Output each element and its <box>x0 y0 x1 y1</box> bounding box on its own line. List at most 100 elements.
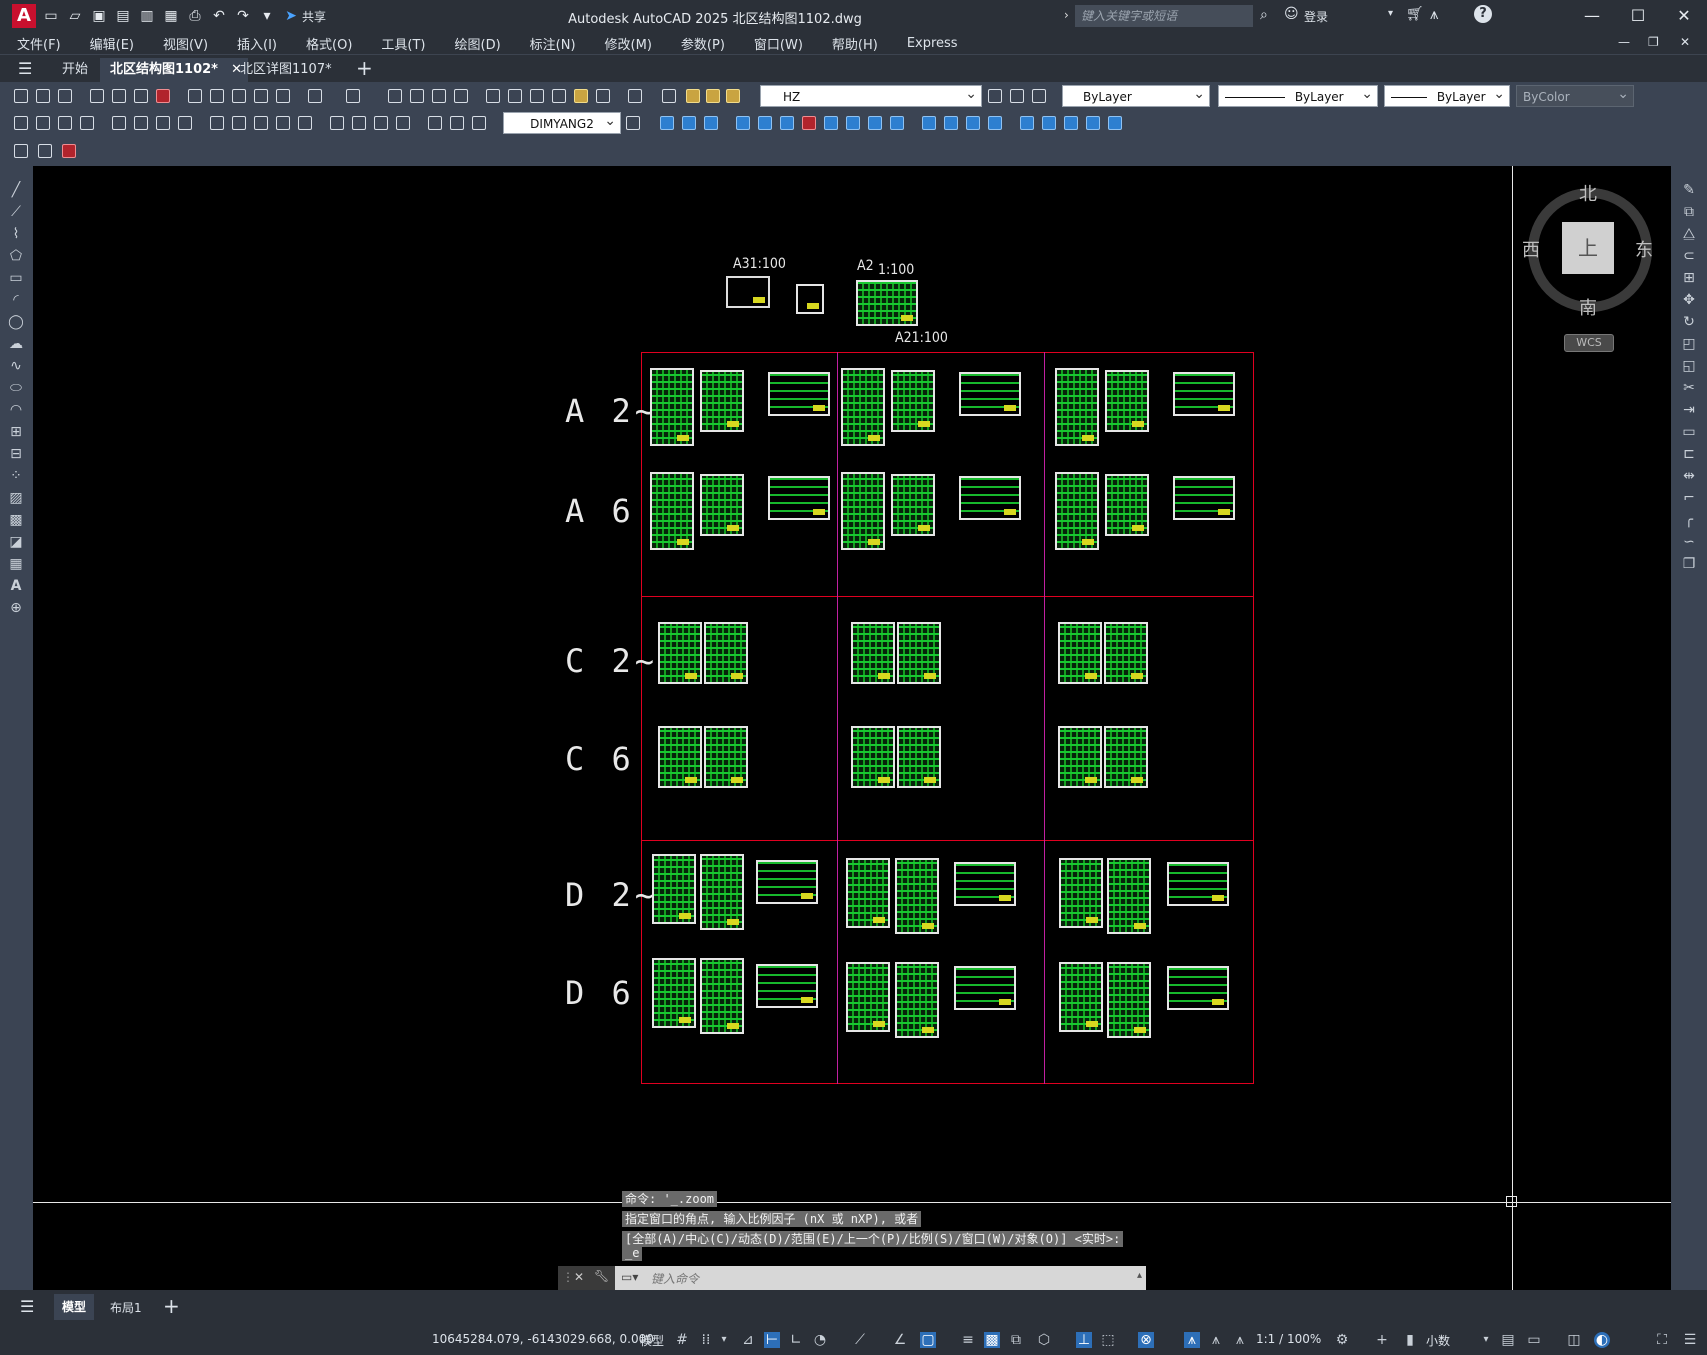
tolerance-icon[interactable] <box>328 114 346 132</box>
workspace-gear-icon[interactable]: ⚙ <box>1334 1332 1350 1348</box>
selection-filter-icon[interactable]: ⬚ <box>1100 1332 1116 1348</box>
menu-format[interactable]: 格式(O) <box>289 34 364 53</box>
solid-box-icon[interactable] <box>658 114 676 132</box>
sheet-d6-col2-wide[interactable] <box>954 966 1016 1010</box>
lineweight-dropdown[interactable]: ByLayer <box>1384 83 1510 107</box>
command-close-icon[interactable]: ✕ <box>574 1270 584 1284</box>
menu-parametric[interactable]: 参数(P) <box>664 34 737 53</box>
color-dropdown[interactable]: ByLayer <box>1062 83 1210 107</box>
snap-chevron-icon[interactable]: ▾ <box>716 1332 732 1348</box>
login-button[interactable]: 登录 <box>1304 8 1328 25</box>
auto-scale-icon[interactable]: ⩚ <box>1208 1332 1224 1348</box>
menu-dimension[interactable]: 标注(N) <box>513 34 588 53</box>
compass-south[interactable]: 南 <box>1579 294 1597 320</box>
3d-object-snap-icon[interactable]: ⬡ <box>1036 1332 1052 1348</box>
menu-window[interactable]: 窗口(W) <box>737 34 815 53</box>
dim-angular-icon[interactable] <box>176 114 194 132</box>
offset-faces-icon[interactable] <box>778 114 796 132</box>
doc-restore-icon[interactable]: ❐ <box>1648 35 1659 49</box>
interfere-icon[interactable] <box>1106 114 1124 132</box>
object-snap-tracking-icon[interactable]: ∠ <box>892 1332 908 1348</box>
sheet-a6-col2-tall[interactable] <box>841 472 885 550</box>
sheet-c25-col2-b[interactable] <box>897 622 941 684</box>
dynamic-ucs-icon[interactable]: ⊥ <box>1076 1332 1092 1348</box>
dim-arc-icon[interactable] <box>56 114 74 132</box>
close-icon[interactable]: ✕ <box>1661 0 1707 32</box>
annotation-scale-value[interactable]: 1:1 / 100% <box>1256 1332 1321 1346</box>
center-mark-icon[interactable] <box>350 114 368 132</box>
table-icon[interactable]: ▦ <box>8 556 24 572</box>
sheet-set-icon[interactable] <box>550 87 568 105</box>
layout-menu-icon[interactable]: ☰ <box>20 1297 34 1316</box>
coordinates-readout[interactable]: 10645284.079, -6143029.668, 0.000 <box>432 1332 654 1346</box>
slice-icon[interactable] <box>1062 114 1080 132</box>
search-icon[interactable]: ⌕ <box>1260 7 1268 23</box>
erase-icon[interactable]: ✎ <box>1681 182 1697 198</box>
sheet-a2-notes[interactable] <box>856 280 918 326</box>
sheet-a25-col1-tall[interactable] <box>650 368 694 446</box>
lineweight-toggle-icon[interactable]: ≡ <box>960 1332 976 1348</box>
sheet-d25-col2-a[interactable] <box>846 858 890 928</box>
section-icon[interactable] <box>1084 114 1102 132</box>
gizmo-icon[interactable]: ⊗ <box>1138 1332 1154 1348</box>
region-icon[interactable]: ◪ <box>8 534 24 550</box>
line-icon[interactable]: ╱ <box>8 182 24 198</box>
new-icon[interactable] <box>12 87 30 105</box>
compass-east[interactable]: 东 <box>1635 236 1653 262</box>
clean-icon[interactable] <box>942 114 960 132</box>
tab-north-structure[interactable]: 北区结构图1102* ✕ <box>100 58 248 82</box>
design-center-icon[interactable] <box>506 87 524 105</box>
help-tool-icon[interactable] <box>626 87 644 105</box>
solid-subtract-icon[interactable] <box>702 114 720 132</box>
isodraft-icon[interactable]: ⟋ <box>852 1332 868 1348</box>
dimstyle-manager-icon[interactable] <box>624 114 642 132</box>
calculator-icon[interactable] <box>594 87 612 105</box>
polyline-icon[interactable]: ⌇ <box>8 226 24 242</box>
point-icon[interactable]: ⁘ <box>8 468 24 484</box>
sheet-c6-col2-b[interactable] <box>897 726 941 788</box>
hatch-icon[interactable]: ▨ <box>8 490 24 506</box>
annotation-visibility-icon[interactable]: ⩚ <box>1184 1332 1200 1348</box>
redo-tool-icon[interactable] <box>344 87 362 105</box>
sheet-a25-col1-wide[interactable] <box>768 372 830 416</box>
sheet-a6-col2-mid[interactable] <box>891 474 935 536</box>
tab-start[interactable]: 开始 <box>52 58 98 82</box>
stretch-icon[interactable]: ◱ <box>1681 358 1697 374</box>
sheet-c6-col3-b[interactable] <box>1104 726 1148 788</box>
copy-object-icon[interactable]: ⧉ <box>1681 204 1697 220</box>
circle-icon[interactable]: ◯ <box>8 314 24 330</box>
spline-icon[interactable]: ∿ <box>8 358 24 374</box>
layer-lock-icon[interactable] <box>724 87 742 105</box>
make-current-icon[interactable] <box>986 87 1004 105</box>
paste-icon[interactable] <box>230 87 248 105</box>
make-block-icon[interactable]: ⊟ <box>8 446 24 462</box>
blend-curves-icon[interactable]: ∽ <box>1681 534 1697 550</box>
sheet-d25-col3-wide[interactable] <box>1167 862 1229 906</box>
clean-screen-icon[interactable]: ⛶ <box>1654 1332 1670 1348</box>
jogged-linear-icon[interactable] <box>394 114 412 132</box>
extrude-faces-icon[interactable] <box>734 114 752 132</box>
sheet-a25-col2-mid[interactable] <box>891 370 935 432</box>
dimstyle-dropdown[interactable]: DIMYANG2 <box>503 110 621 134</box>
command-grip-icon[interactable]: ⋮ <box>562 1270 574 1284</box>
break-at-point-icon[interactable]: ▭ <box>1681 424 1697 440</box>
sheet-a3-cover[interactable] <box>726 276 770 308</box>
gradient-icon[interactable]: ▩ <box>8 512 24 528</box>
revision-cloud-icon[interactable]: ☁︎ <box>8 336 24 352</box>
sheet-d6-col2-b[interactable] <box>895 962 939 1038</box>
sheet-c25-col3-a[interactable] <box>1058 622 1102 684</box>
tab-north-detail[interactable]: 北区详图1107* <box>230 58 342 82</box>
lock-ui-icon[interactable]: ▭ <box>1526 1332 1542 1348</box>
dim-continue-icon[interactable] <box>252 114 270 132</box>
plotstyle-dropdown[interactable]: ByColor <box>1516 83 1634 107</box>
drawing-canvas[interactable]: A31:100 A2 1:100 A21:100 A 2~5 A 6 C 2~5… <box>33 166 1671 1290</box>
sheet-a6-col1-mid[interactable] <box>700 474 744 536</box>
sheet-a25-col2-tall[interactable] <box>841 368 885 446</box>
units-icon[interactable]: ▮ <box>1402 1332 1418 1348</box>
layer-dropdown[interactable]: HZ <box>760 83 982 107</box>
tab-layout1[interactable]: 布局1 <box>110 1299 142 1316</box>
customization-icon[interactable]: ☰ <box>1682 1332 1698 1348</box>
command-customize-icon[interactable]: 🔧︎ <box>594 1269 609 1283</box>
properties-icon[interactable] <box>484 87 502 105</box>
sheet-c25-col2-a[interactable] <box>851 622 895 684</box>
